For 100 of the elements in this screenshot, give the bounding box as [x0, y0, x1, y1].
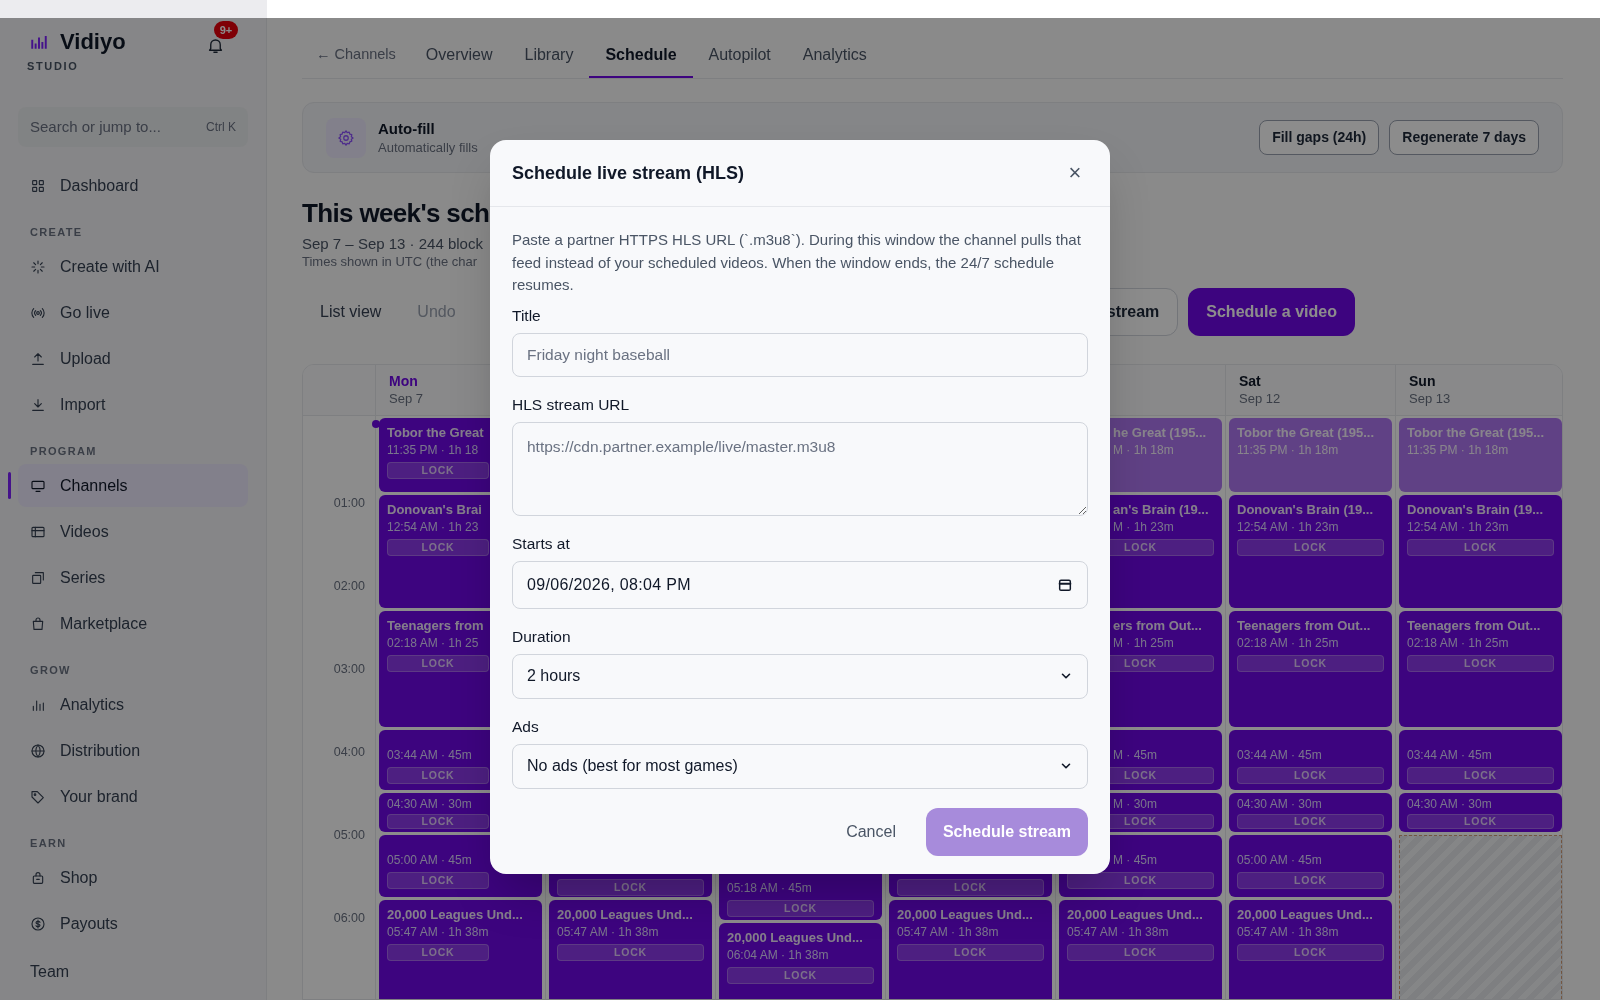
- app-subtitle: STUDIO: [26, 59, 80, 73]
- nav-item[interactable]: Create with AI: [18, 245, 248, 288]
- nav-item[interactable]: Series: [18, 556, 248, 599]
- tab[interactable]: Autopilot: [692, 33, 787, 78]
- shortcut-hint: Ctrl K: [206, 119, 236, 136]
- globe-icon: [30, 742, 46, 759]
- search-field[interactable]: Search or jump to...: [30, 115, 180, 139]
- cancel-button[interactable]: Cancel: [834, 807, 908, 856]
- nav-item[interactable]: Upload: [18, 337, 248, 380]
- upload-icon: [30, 350, 46, 367]
- nav-item[interactable]: Marketplace: [18, 602, 248, 645]
- action-button[interactable]: Regenerate 7 days: [1389, 120, 1539, 155]
- nav-item[interactable]: Payouts: [18, 902, 248, 945]
- schedule-video-button[interactable]: Schedule a video: [1188, 288, 1355, 336]
- block-time: 12:54 AM · 1h 23: [387, 518, 480, 535]
- title-input[interactable]: Friday night baseball: [512, 332, 1088, 377]
- nav-item[interactable]: Dashboard: [18, 164, 248, 207]
- tab[interactable]: Library: [508, 33, 590, 78]
- block-time: 05:47 AM · 1h 38m: [1067, 923, 1170, 940]
- day-date: Sep 12: [1239, 390, 1281, 407]
- block-time: 04:30 AM · 30m: [1407, 796, 1493, 813]
- block-title: Tobor the Great (195...: [1407, 424, 1545, 442]
- block-time: 02:18 AM · 1h 25m: [1407, 634, 1510, 651]
- settings-icon: [337, 128, 355, 147]
- hour-label: 01:00: [333, 495, 365, 511]
- week-summary: Sep 7 – Sep 13 · 244 block: [302, 234, 483, 254]
- hour-label: 03:00: [333, 661, 365, 677]
- block-title: Donovan's Brain (19...: [1237, 500, 1374, 519]
- block-time: 05:47 AM · 1h 38m: [557, 923, 660, 940]
- block-time: 04:30 AM · 30m: [387, 796, 473, 813]
- block-time: 06:04 AM · 1h 38m: [727, 947, 830, 964]
- select-field[interactable]: 2 hours: [512, 653, 1088, 699]
- tab[interactable]: Overview: [409, 33, 509, 78]
- block-title: ers from Out...: [1112, 616, 1203, 635]
- day-name: Mon: [389, 373, 418, 390]
- section-heading: CREATE: [29, 224, 84, 240]
- active-indicator: [8, 472, 11, 499]
- field-label: HLS stream URL: [512, 394, 631, 415]
- hour-label: 06:00: [333, 910, 365, 926]
- nav-item[interactable]: Analytics: [18, 683, 248, 726]
- field-label: Duration: [512, 626, 572, 647]
- block-time: M · 1h 23m: [1112, 518, 1175, 535]
- block-time: 03:44 AM · 45m: [1237, 746, 1323, 763]
- block-title: Teenagers from Out...: [1237, 616, 1372, 635]
- block-time: 02:18 AM · 1h 25m: [1237, 634, 1340, 651]
- block-time: 05:47 AM · 1h 38m: [387, 923, 490, 940]
- bag-icon: [30, 615, 46, 632]
- block-title: he Great (195...: [1112, 424, 1208, 442]
- url-input[interactable]: https://cdn.partner.example/live/master.m3u8: [512, 421, 1088, 516]
- block-title: an's Brain (19...: [1112, 500, 1210, 519]
- bag-icon: [30, 869, 46, 886]
- day-name: Sun: [1409, 373, 1436, 390]
- block-time: M · 45m: [1112, 746, 1158, 763]
- field-label: Starts at: [512, 533, 571, 554]
- nav-link[interactable]: Team: [18, 961, 248, 983]
- stack-icon: [30, 569, 46, 586]
- block-time: 05:47 AM · 1h 38m: [897, 923, 1000, 940]
- block-time: M · 1h 25m: [1112, 634, 1175, 651]
- action-button[interactable]: Fill gaps (24h): [1259, 120, 1380, 155]
- block-title: 20,000 Leagues Und...: [897, 905, 1034, 924]
- block-title: 20,000 Leagues Und...: [1237, 905, 1374, 924]
- block-time: 11:35 PM · 1h 18m: [1407, 442, 1510, 458]
- page-heading: This week's sch: [302, 197, 490, 229]
- tab[interactable]: Analytics: [786, 33, 883, 78]
- dialog-title: Schedule live stream (HLS): [512, 161, 745, 185]
- block-time: M · 1h 18m: [1112, 442, 1175, 458]
- block-title: 20,000 Leagues Und...: [1067, 905, 1204, 924]
- hour-label: 04:00: [333, 744, 365, 760]
- day-date: Sep 13: [1409, 390, 1451, 407]
- datetime-input[interactable]: 09/06/2026, 08:04 PM: [512, 560, 1088, 609]
- block-time: 03:44 AM · 45m: [1407, 746, 1493, 763]
- nav-item[interactable]: Import: [18, 383, 248, 426]
- nav-item[interactable]: Your brand: [18, 775, 248, 818]
- block-title: 20,000 Leagues Und...: [387, 905, 524, 924]
- day-date: Sep 7: [389, 390, 423, 407]
- block-time: M · 45m: [1112, 851, 1158, 868]
- grid-icon: [30, 177, 46, 194]
- tag-icon: [30, 788, 46, 805]
- block-title: Tobor the Great: [387, 424, 485, 442]
- block-time: 12:54 AM · 1h 23m: [1237, 518, 1340, 535]
- block-time: M · 30m: [1112, 796, 1158, 813]
- nav-item[interactable]: Shop: [18, 856, 248, 899]
- back-link[interactable]: ← Channels: [302, 33, 410, 78]
- block-time: 05:18 AM · 45m: [727, 879, 813, 896]
- nav-item[interactable]: Go live: [18, 291, 248, 334]
- close-button[interactable]: ×: [1062, 160, 1088, 186]
- block-title: Teenagers from: [387, 616, 485, 635]
- block-title: Donovan's Brain (19...: [1407, 500, 1544, 519]
- nav-item[interactable]: Videos: [18, 510, 248, 553]
- search-bar[interactable]: Search or jump to... Ctrl K: [18, 107, 248, 147]
- section-heading: PROGRAM: [29, 443, 98, 459]
- tab[interactable]: Schedule: [589, 33, 693, 78]
- day-name: Sat: [1239, 373, 1261, 390]
- block-time: 04:30 AM · 30m: [1237, 796, 1323, 813]
- nav-item[interactable]: Distribution: [18, 729, 248, 772]
- block-time: 03:44 AM · 45m: [387, 746, 473, 763]
- toolbar-button[interactable]: List view: [302, 292, 400, 332]
- field-label: Ads: [512, 716, 540, 737]
- select-field[interactable]: No ads (best for most games): [512, 743, 1088, 789]
- sparkle-icon: [30, 258, 46, 275]
